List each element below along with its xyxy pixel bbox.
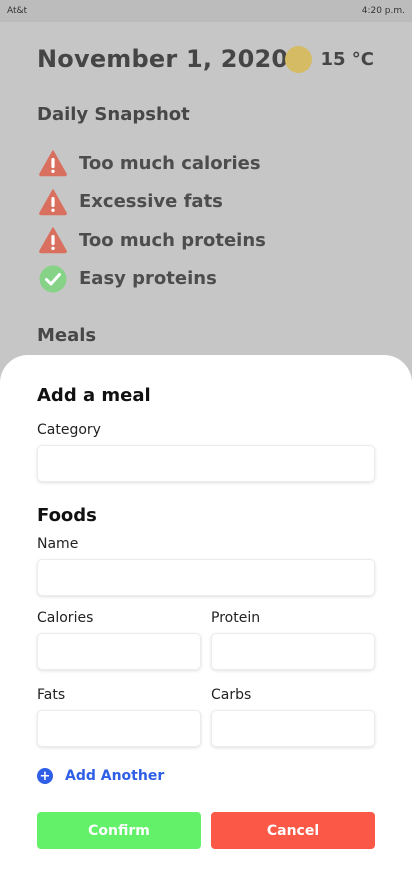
snapshot-item: Too much proteins (39, 221, 266, 260)
cancel-button[interactable]: Cancel (211, 812, 375, 849)
date-label: November 1, 2020 (37, 45, 289, 73)
snapshot-item-label: Easy proteins (79, 268, 217, 290)
warning-icon (39, 149, 67, 177)
meals-title: Meals (37, 325, 97, 346)
snapshot-item: Too much calories (39, 144, 266, 183)
snapshot-item-label: Too much proteins (79, 229, 266, 251)
snapshot-item: Easy proteins (39, 260, 266, 299)
weather-widget: 15 °C (285, 46, 374, 73)
foods-title: Foods (37, 505, 97, 526)
check-circle-icon (39, 265, 67, 293)
snapshot-list: Too much calories Excessive fats Too muc… (39, 144, 266, 298)
date-selector[interactable]: November 1, 2020 (37, 45, 305, 73)
name-field[interactable] (37, 559, 375, 596)
warning-icon (39, 226, 67, 254)
add-another-label: Add Another (65, 768, 165, 784)
snapshot-item: Excessive fats (39, 183, 266, 222)
protein-label: Protein (211, 610, 261, 626)
fats-label: Fats (37, 687, 66, 703)
temperature-label: 15 °C (320, 49, 374, 70)
confirm-button[interactable]: Confirm (37, 812, 201, 849)
carbs-field[interactable] (211, 710, 375, 747)
add-another-button[interactable]: + Add Another (37, 768, 164, 784)
snapshot-item-label: Too much calories (79, 152, 261, 174)
snapshot-item-label: Excessive fats (79, 191, 223, 213)
warning-icon (39, 188, 67, 216)
daily-snapshot-title: Daily Snapshot (37, 104, 190, 125)
plus-circle-icon: + (37, 768, 53, 784)
protein-field[interactable] (211, 633, 375, 670)
add-meal-sheet: Add a meal Category Foods Name Calories … (0, 355, 412, 870)
sun-icon (285, 46, 313, 73)
add-meal-title: Add a meal (37, 385, 151, 406)
status-bar: At&t 4:20 p.m. (0, 0, 412, 22)
calories-field[interactable] (37, 633, 201, 670)
category-label: Category (37, 422, 101, 438)
category-field[interactable] (37, 445, 375, 482)
carrier-label: At&t (7, 6, 28, 16)
fats-field[interactable] (37, 710, 201, 747)
clock-label: 4:20 p.m. (361, 6, 405, 16)
name-label: Name (37, 536, 79, 552)
calories-label: Calories (37, 610, 94, 626)
carbs-label: Carbs (211, 687, 252, 703)
